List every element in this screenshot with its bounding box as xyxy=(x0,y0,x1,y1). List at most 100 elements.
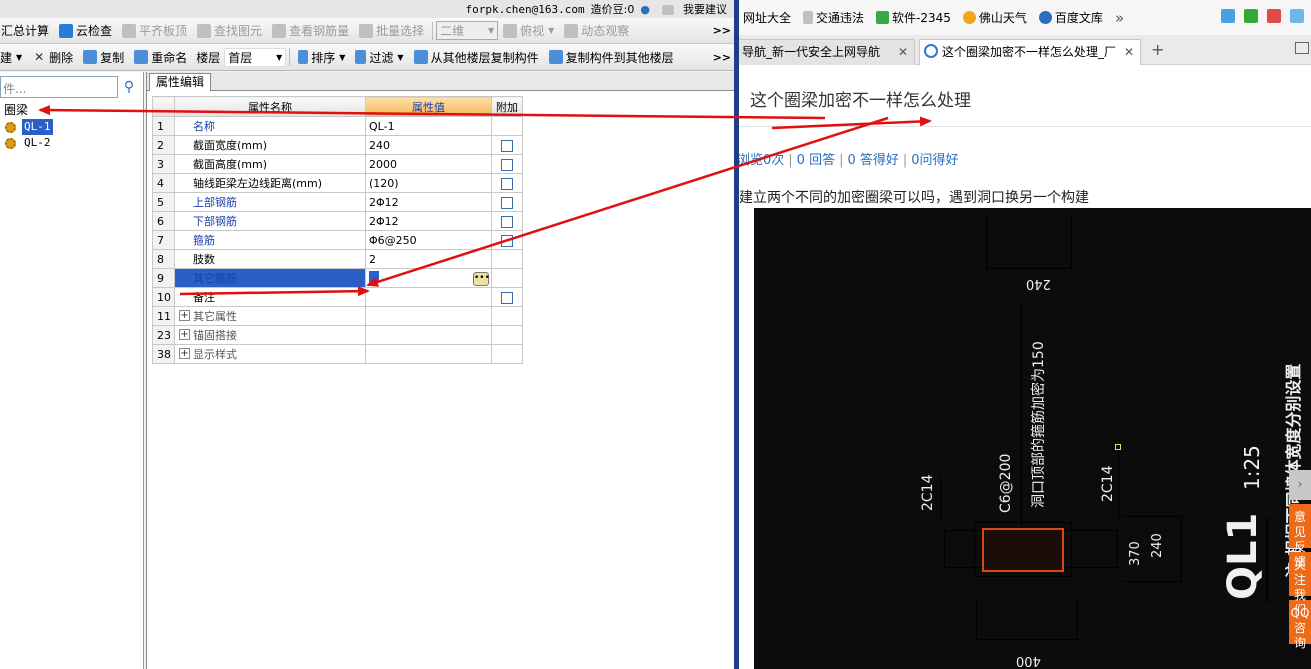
tree-item[interactable]: QL-2 xyxy=(0,135,143,151)
cube-icon xyxy=(503,23,518,38)
copy-to-floor-button[interactable]: 复制构件到其他楼层 xyxy=(544,46,679,68)
close-icon[interactable]: ✕ xyxy=(1124,40,1134,64)
view-rebar-qty-button[interactable]: 查看钢筋量 xyxy=(267,20,354,42)
expand-icon[interactable]: + xyxy=(179,310,190,321)
dynamic-view-button[interactable]: 动态观察 xyxy=(559,20,634,42)
close-icon[interactable]: ✕ xyxy=(898,40,908,64)
stat-good-questions[interactable]: 0问得好 xyxy=(911,153,958,168)
property-row[interactable]: 4 轴线距梁左边线距离(mm) (120) xyxy=(152,173,523,193)
row-prop-value[interactable]: 2Φ12 xyxy=(365,211,492,231)
bookmarks-more-button[interactable]: » xyxy=(1115,9,1124,27)
property-row[interactable]: 23 + 锚固搭接 xyxy=(152,325,523,345)
batch-select-button[interactable]: 批量选择 xyxy=(354,20,429,42)
row-prop-value[interactable]: 2Φ12 xyxy=(365,192,492,212)
row-index: 8 xyxy=(152,249,175,269)
tab-property-edit[interactable]: 属性编辑 xyxy=(149,73,212,91)
row-prop-name-text: 其它属性 xyxy=(193,310,237,323)
view-angle-button[interactable]: 俯视 ▼ xyxy=(498,20,559,42)
qq-consult-button[interactable]: QQ咨询 xyxy=(1289,600,1311,650)
copy-from-floor-button[interactable]: 从其他楼层复制构件 xyxy=(409,46,544,68)
ellipsis-button[interactable]: ••• xyxy=(473,272,490,286)
filter-button[interactable]: 过滤 ▼ xyxy=(350,46,408,68)
suggest-link[interactable]: 我要建议 xyxy=(656,1,727,17)
copy-button[interactable]: 复制 xyxy=(78,46,129,68)
search-icon[interactable]: ⚲ xyxy=(120,78,138,96)
sort-button[interactable]: 排序 ▼ xyxy=(293,46,350,68)
row-prop-value[interactable]: Φ6@250 xyxy=(365,230,492,250)
tab-question[interactable]: 这个圈梁加密不一样怎么处理_厂 ✕ xyxy=(919,39,1141,65)
property-row[interactable]: 3 截面高度(mm) 2000 xyxy=(152,154,523,174)
row-prop-value[interactable]: 2000 xyxy=(365,154,492,174)
tab-list-icon[interactable] xyxy=(1295,42,1309,54)
row-extra xyxy=(491,116,523,136)
row-prop-value[interactable]: QL-1 xyxy=(365,116,492,136)
leader-line xyxy=(1118,448,1119,523)
toolbar-overflow-button[interactable]: >> xyxy=(713,51,731,64)
summary-calc-button[interactable]: 汇总计算 xyxy=(0,20,54,42)
row-prop-value[interactable] xyxy=(365,287,492,307)
extra-checkbox[interactable] xyxy=(501,291,513,304)
row-prop-value[interactable]: ••• xyxy=(365,268,492,288)
extra-checkbox[interactable] xyxy=(501,215,513,228)
extra-checkbox[interactable] xyxy=(501,158,513,171)
stat-views[interactable]: 浏览0次 xyxy=(739,153,784,168)
property-row[interactable]: 10 备注 xyxy=(152,287,523,307)
bookmark-item[interactable]: 软件-2345 xyxy=(876,9,951,26)
expand-icon[interactable]: + xyxy=(179,329,190,340)
translate-icon[interactable] xyxy=(1290,9,1304,23)
toolbar-top: 汇总计算 云检查 平齐板顶 查找图元 查看钢筋量 批量选择 二维 ▼ 俯视 ▼ 动态… xyxy=(0,18,735,44)
cloud-check-button[interactable]: 云检查 xyxy=(54,20,117,42)
extra-checkbox[interactable] xyxy=(501,234,513,247)
pdf-icon[interactable] xyxy=(1267,9,1281,23)
find-element-button[interactable]: 查找图元 xyxy=(192,20,267,42)
user-email[interactable]: forpk.chen@163.com xyxy=(465,3,584,16)
collapse-icon[interactable]: › xyxy=(1289,470,1311,500)
beam-mark: QL1 xyxy=(1220,512,1266,600)
extra-checkbox[interactable] xyxy=(501,177,513,190)
row-prop-value[interactable]: 2 xyxy=(365,249,492,269)
property-row[interactable]: 6 下部钢筋 2Φ12 xyxy=(152,211,523,231)
floor-select[interactable]: 首层 ▼ xyxy=(224,47,287,67)
property-row[interactable]: 7 箍筋 Φ6@250 xyxy=(152,230,523,250)
stat-answers[interactable]: 0 回答 xyxy=(797,153,835,168)
view-mode-select[interactable]: 二维 ▼ xyxy=(436,21,499,40)
rename-icon xyxy=(134,50,149,64)
tree-item[interactable]: QL-1 xyxy=(0,119,143,135)
row-prop-value[interactable]: (120) xyxy=(365,173,492,193)
delete-button[interactable]: ✕ 删除 xyxy=(27,46,78,68)
bookmark-item[interactable]: 百度文库 xyxy=(1038,9,1103,26)
follow-us-button[interactable]: 关注我们 xyxy=(1289,552,1311,617)
bell-icon[interactable]: ● xyxy=(640,3,650,16)
expand-icon[interactable]: + xyxy=(179,348,190,359)
component-search-input[interactable]: 件... xyxy=(0,76,118,98)
grid-icon[interactable] xyxy=(1221,9,1235,23)
new-tab-button[interactable]: + xyxy=(1151,40,1164,59)
property-row[interactable]: 8 肢数 2 xyxy=(152,249,523,269)
tab-navigation[interactable]: 导航_新一代安全上网导航 ✕ xyxy=(739,39,915,65)
property-row[interactable]: 38 + 显示样式 xyxy=(152,344,523,364)
stat-good-answers[interactable]: 0 答得好 xyxy=(847,153,898,168)
property-row[interactable]: 1 名称 QL-1 xyxy=(152,116,523,136)
bookmark-item[interactable]: 佛山天气 xyxy=(962,9,1027,26)
bookmark-item[interactable]: 交通违法 xyxy=(803,9,864,26)
row-prop-name-text: 上部钢筋 xyxy=(193,196,237,209)
row-prop-value[interactable]: 240 xyxy=(365,135,492,155)
property-row[interactable]: 5 上部钢筋 2Φ12 xyxy=(152,192,523,212)
property-row[interactable]: 2 截面宽度(mm) 240 xyxy=(152,135,523,155)
extra-checkbox[interactable] xyxy=(501,139,513,152)
extra-checkbox[interactable] xyxy=(501,196,513,209)
toolbar-overflow-button[interactable]: >> xyxy=(713,24,731,37)
chevron-down-icon: ▼ xyxy=(16,52,23,62)
align-slab-top-button[interactable]: 平齐板顶 xyxy=(117,20,192,42)
new-component-button[interactable]: 建 ▼ xyxy=(0,46,27,68)
tree-root-ring-beam[interactable]: 圈梁 xyxy=(0,102,143,119)
row-extra xyxy=(491,211,523,231)
drawing-photo[interactable]: 240 洞口顶部的箍筋加密为150 C6@200 2C14 2C14 370 2… xyxy=(754,208,1311,669)
property-row[interactable]: 11 + 其它属性 xyxy=(152,306,523,326)
book-icon[interactable] xyxy=(1244,9,1258,23)
rename-button[interactable]: 重命名 xyxy=(129,46,192,68)
feedback-button[interactable]: 意见反馈 xyxy=(1289,504,1311,569)
row-index: 9 xyxy=(152,268,175,288)
property-row[interactable]: 9 其它箍筋 ••• xyxy=(152,268,523,288)
bookmark-item[interactable]: 网址大全 xyxy=(743,9,791,26)
